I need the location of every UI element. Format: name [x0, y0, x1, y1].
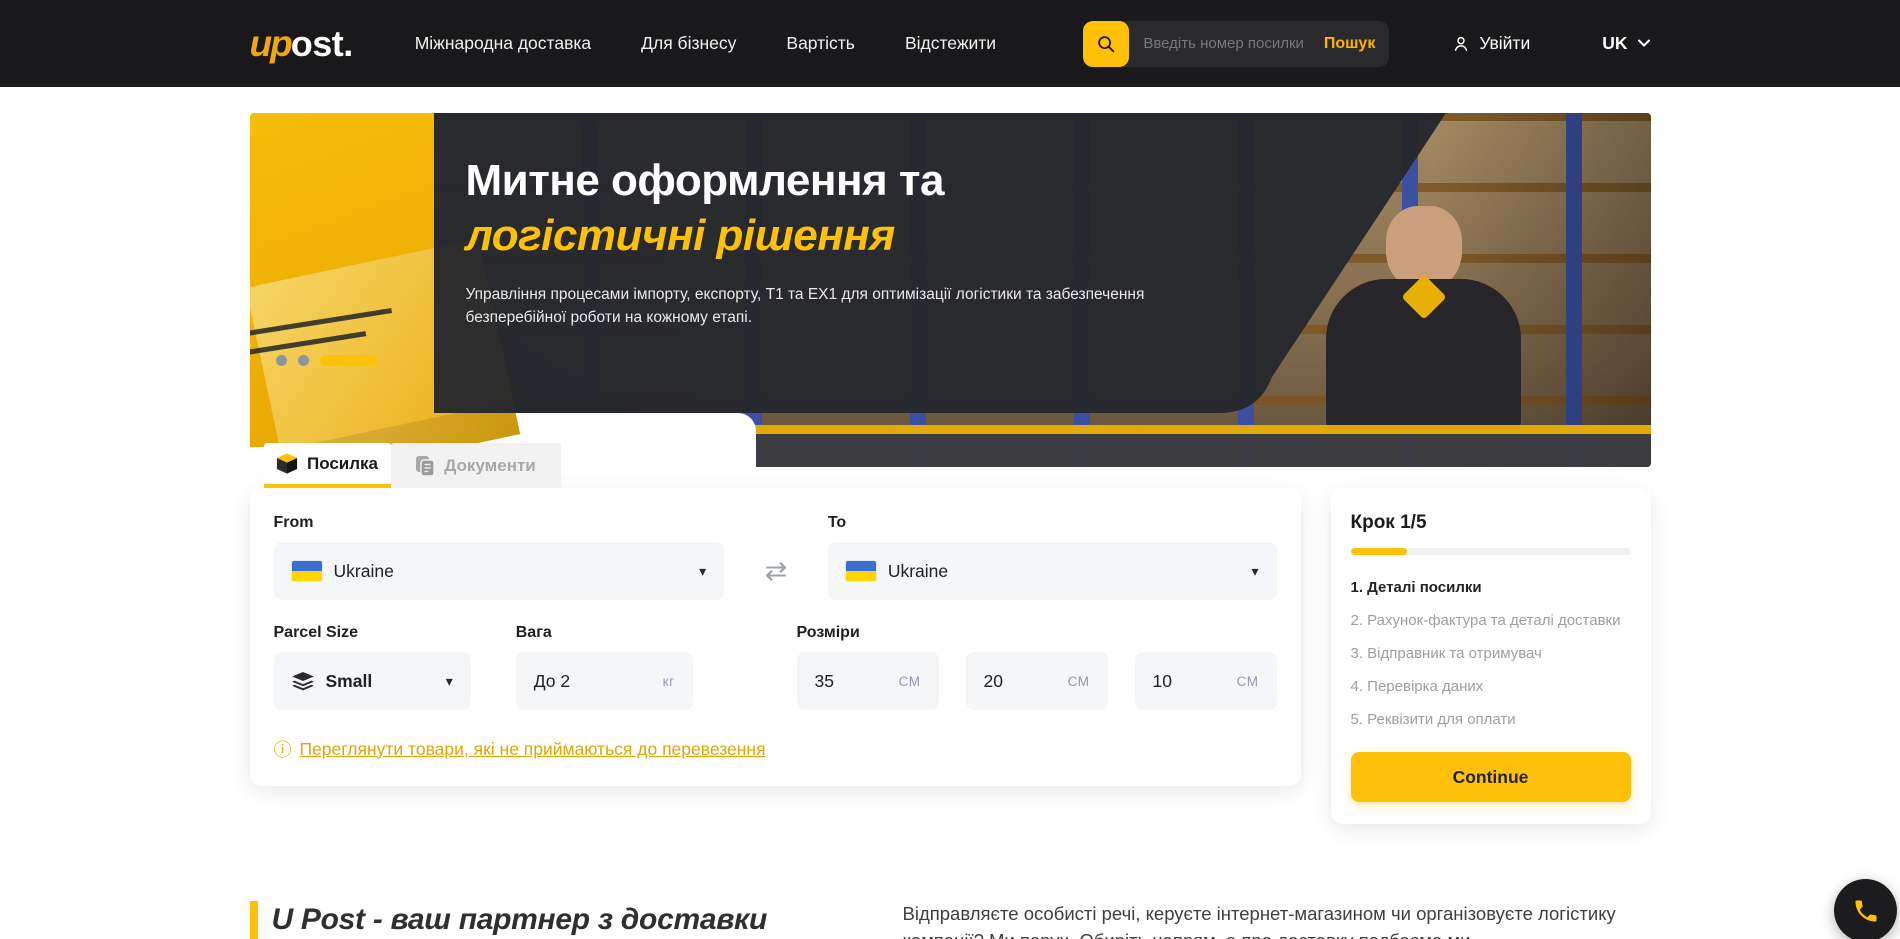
- carousel-dots: [276, 355, 378, 366]
- dimension-width-value: 20: [984, 671, 1003, 692]
- hero-title-line2: логістичні рішення: [466, 208, 1166, 263]
- restricted-items-link-text: Переглянути товари, які не приймаються д…: [300, 739, 766, 760]
- restricted-items-link[interactable]: ⓘ Переглянути товари, які не приймаються…: [274, 736, 766, 762]
- weight-value: До 2: [534, 671, 570, 692]
- parcel-size-select[interactable]: Small ▾: [274, 652, 471, 710]
- tracking-search: Пошук: [1083, 21, 1389, 67]
- swap-directions-icon[interactable]: ⇄: [765, 558, 788, 585]
- intro-heading: U Post - ваш партнер з доставки: [272, 903, 767, 937]
- nav-link-international[interactable]: Міжнародна доставка: [415, 33, 591, 54]
- tab-documents-label: Документи: [444, 456, 536, 476]
- dimension-height-input[interactable]: 10 см: [1135, 652, 1277, 710]
- to-country-value: Ukraine: [888, 561, 948, 582]
- hero-banner: Митне оформлення та логістичні рішення У…: [250, 113, 1651, 467]
- user-icon: [1451, 34, 1471, 54]
- logo-accent: up: [250, 23, 291, 65]
- logo-text: ost.: [291, 23, 353, 65]
- from-label: From: [274, 514, 725, 532]
- weight-label: Вага: [516, 624, 693, 642]
- parcel-size-value: Small: [326, 671, 373, 692]
- hero-title-line1: Митне оформлення та: [466, 153, 1166, 208]
- search-button[interactable]: [1083, 21, 1129, 67]
- phone-fab-button[interactable]: [1834, 879, 1897, 939]
- logo[interactable]: up ost.: [250, 23, 353, 65]
- step-item-2: 2. Рахунок-фактура та деталі доставки: [1351, 612, 1631, 629]
- caret-down-icon: ▾: [1251, 563, 1258, 580]
- steps-card: Крок 1/5 1. Деталі посилки 2. Рахунок-фа…: [1331, 488, 1651, 824]
- carousel-dot-active[interactable]: [320, 355, 378, 366]
- step-counter: Крок 1/5: [1351, 512, 1631, 534]
- from-country-select[interactable]: Ukraine ▾: [274, 542, 725, 600]
- hero-text: Митне оформлення та логістичні рішення У…: [466, 153, 1166, 330]
- tab-parcel[interactable]: Посилка: [264, 443, 391, 488]
- ukraine-flag-icon: [846, 561, 876, 581]
- hero-description: Управління процесами імпорту, експорту, …: [466, 283, 1146, 330]
- search-submit-button[interactable]: Пошук: [1320, 35, 1390, 53]
- progress-fill: [1351, 548, 1407, 555]
- parcel-form-card: From Ukraine ▾ ⇄ To: [250, 488, 1301, 786]
- language-selector[interactable]: UK: [1602, 33, 1650, 54]
- to-country-select[interactable]: Ukraine ▾: [828, 542, 1277, 600]
- documents-icon: [415, 456, 435, 476]
- search-icon: [1095, 33, 1117, 55]
- tab-parcel-label: Посилка: [307, 454, 378, 474]
- dimension-height-value: 10: [1153, 671, 1172, 692]
- intro-paragraph: Відправляєте особисті речі, керуєте інте…: [903, 901, 1651, 939]
- from-country-value: Ukraine: [334, 561, 394, 582]
- dimensions-label: Розміри: [797, 624, 1277, 642]
- dimension-width-input[interactable]: 20 см: [966, 652, 1108, 710]
- language-code: UK: [1602, 33, 1627, 54]
- ukraine-flag-icon: [292, 561, 322, 581]
- page: up ost. Міжнародна доставка Для бізнесу …: [0, 0, 1900, 939]
- weight-input[interactable]: До 2 кг: [516, 652, 693, 710]
- tracking-number-input[interactable]: [1129, 35, 1319, 52]
- heading-accent-bar: [250, 901, 258, 939]
- caret-down-icon: ▾: [446, 673, 453, 690]
- login-label: Увійти: [1479, 33, 1530, 54]
- to-label: To: [828, 514, 1277, 532]
- step-item-3: 3. Відправник та отримувач: [1351, 645, 1631, 662]
- continue-button[interactable]: Continue: [1351, 752, 1631, 802]
- dimension-length-input[interactable]: 35 см: [797, 652, 939, 710]
- chevron-down-icon: [1637, 39, 1651, 48]
- parcel-box-icon: [276, 453, 298, 474]
- shipment-type-tabs: Посилка Документи: [264, 443, 1301, 488]
- navbar: up ost. Міжнародна доставка Для бізнесу …: [0, 0, 1900, 87]
- hero-yellow-panel: [250, 113, 434, 447]
- weight-unit: кг: [663, 674, 675, 689]
- nav-links: Міжнародна доставка Для бізнесу Вартість…: [415, 33, 996, 54]
- parcel-size-label: Parcel Size: [274, 624, 471, 642]
- carousel-dot[interactable]: [298, 355, 309, 366]
- caret-down-icon: ▾: [699, 563, 706, 580]
- dimension-unit: см: [1068, 674, 1090, 689]
- dimension-unit: см: [1237, 674, 1259, 689]
- tab-documents[interactable]: Документи: [391, 443, 561, 488]
- nav-link-business[interactable]: Для бізнесу: [641, 33, 736, 54]
- dimension-length-value: 35: [815, 671, 834, 692]
- intro-section: U Post - ваш партнер з доставки Відправл…: [250, 901, 1651, 939]
- dimension-unit: см: [899, 674, 921, 689]
- login-button[interactable]: Увійти: [1451, 33, 1530, 54]
- nav-link-track[interactable]: Відстежити: [905, 33, 996, 54]
- step-item-1: 1. Деталі посилки: [1351, 579, 1631, 596]
- carousel-dot[interactable]: [276, 355, 287, 366]
- progress-bar: [1351, 548, 1631, 555]
- phone-icon: [1852, 897, 1880, 925]
- step-item-5: 5. Реквізити для оплати: [1351, 711, 1631, 728]
- layers-icon: [292, 672, 314, 691]
- nav-link-pricing[interactable]: Вартість: [786, 33, 855, 54]
- info-icon: ⓘ: [274, 736, 292, 762]
- step-item-4: 4. Перевірка даних: [1351, 678, 1631, 695]
